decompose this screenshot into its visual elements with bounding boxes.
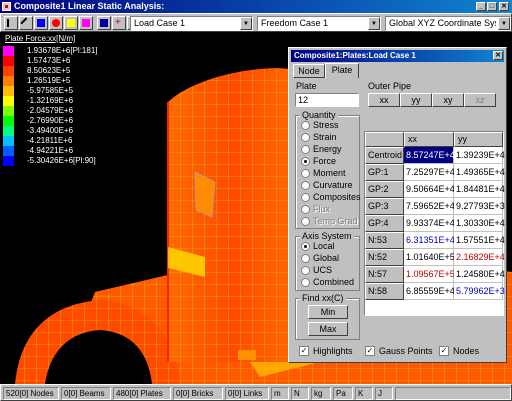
app-icon[interactable] xyxy=(2,2,11,11)
select-tool-button[interactable] xyxy=(4,16,18,30)
load-case-select[interactable]: Load Case 1 ▼ xyxy=(130,16,253,31)
table-cell[interactable]: 9.50664E+4 xyxy=(404,181,455,198)
table-cell[interactable]: 1.57551E+4 xyxy=(454,232,505,249)
status-plates: 480[0] Plates xyxy=(113,387,171,400)
status-nodes: 520[0] Nodes xyxy=(3,387,59,400)
table-cell[interactable]: 7.59652E+4 xyxy=(404,198,455,215)
table-cell[interactable]: 9.27793E+3 xyxy=(454,198,505,215)
plate-results-dialog: Composite1:Plates:Load Case 1 ✕ Node Pla… xyxy=(288,47,507,363)
status-length-unit: m xyxy=(271,387,289,400)
legend-swatch xyxy=(3,56,14,66)
column-header-xx[interactable]: xx xyxy=(404,132,454,147)
legend-swatch xyxy=(3,96,14,106)
status-mass-unit: kg xyxy=(311,387,331,400)
layer-xz-button[interactable]: xz xyxy=(464,93,496,107)
blue-square-icon[interactable] xyxy=(34,16,48,30)
table-cell[interactable]: 1.84481E+4 xyxy=(454,181,505,198)
find-min-button[interactable]: Min xyxy=(308,305,348,319)
chevron-down-icon[interactable]: ▼ xyxy=(498,17,510,30)
table-cell[interactable]: 5.79962E+3 xyxy=(454,283,505,300)
title-bar: Composite1 Linear Static Analysis: _ □ ✕ xyxy=(0,0,512,13)
layer-yy-button[interactable]: yy xyxy=(400,93,432,107)
status-links: 0[0] Links xyxy=(225,387,269,400)
row-header: N:57 xyxy=(365,266,404,283)
layer-xx-button[interactable]: xx xyxy=(368,93,400,107)
tab-plate[interactable]: Plate xyxy=(325,63,359,78)
table-cell[interactable]: 7.25297E+4 xyxy=(404,164,455,181)
table-cell[interactable]: 2.16829E+4 xyxy=(454,249,505,266)
status-force-unit: N xyxy=(291,387,309,400)
maximize-button[interactable]: □ xyxy=(487,2,497,11)
legend-swatch xyxy=(3,76,14,86)
legend-swatch xyxy=(3,86,14,96)
red-circle-icon[interactable] xyxy=(49,16,63,30)
tab-node[interactable]: Node xyxy=(293,64,325,78)
minimize-button[interactable]: _ xyxy=(476,2,486,11)
table-cell[interactable]: 6.85559E+4 xyxy=(404,283,455,300)
table-cell[interactable]: 9.93374E+4 xyxy=(404,215,455,232)
table-cell[interactable]: 1.39239E+4 xyxy=(454,147,505,164)
status-energy-unit: J xyxy=(375,387,393,400)
legend-swatch xyxy=(3,146,14,156)
column-header-yy[interactable]: yy xyxy=(454,132,503,147)
coordinate-system-select[interactable]: Global XYZ Coordinate System ▼ xyxy=(385,16,511,31)
axis-system-group: Axis System Local Global UCS Combined xyxy=(295,231,360,291)
legend-title: Plate Force:xx[N/m] xyxy=(5,34,76,43)
row-header: GP:3 xyxy=(365,198,404,215)
chevron-down-icon[interactable]: ▼ xyxy=(240,17,252,30)
status-pressure-unit: Pa xyxy=(333,387,353,400)
status-beams: 0[0] Beams xyxy=(61,387,111,400)
row-header: N:53 xyxy=(365,232,404,249)
row-header: GP:2 xyxy=(365,181,404,198)
status-bar: 520[0] Nodes 0[0] Beams 480[0] Plates 0[… xyxy=(0,384,512,401)
window-title: Composite1 Linear Static Analysis: xyxy=(14,1,165,11)
plus-icon[interactable]: + xyxy=(112,16,126,30)
find-group: Find xx(C) Min Max xyxy=(295,293,360,340)
layer-xy-button[interactable]: xy xyxy=(432,93,464,107)
dialog-title: Composite1:Plates:Load Case 1 xyxy=(294,51,416,60)
table-cell[interactable]: 8.57247E+4 xyxy=(404,147,455,164)
row-header: GP:4 xyxy=(365,215,404,232)
table-cell[interactable]: 1.30330E+4 xyxy=(454,215,505,232)
legend-swatch xyxy=(3,156,14,166)
row-header: GP:1 xyxy=(365,164,404,181)
table-cell[interactable]: 1.49365E+4 xyxy=(454,164,505,181)
arrow-tool-icon[interactable] xyxy=(97,16,111,30)
legend-swatch xyxy=(3,116,14,126)
row-header: N:58 xyxy=(365,283,404,300)
table-cell[interactable]: 1.01640E+5 xyxy=(404,249,455,266)
freedom-case-select[interactable]: Freedom Case 1 ▼ xyxy=(257,16,381,31)
legend-swatch xyxy=(3,126,14,136)
magenta-shape-icon[interactable] xyxy=(79,16,93,30)
chevron-down-icon[interactable]: ▼ xyxy=(368,17,380,30)
plate-number-input[interactable]: 12 xyxy=(295,93,359,107)
status-empty-panel xyxy=(395,387,511,400)
quantity-group: Quantity Stress Strain Energy Force Mome… xyxy=(295,110,361,229)
legend-swatch xyxy=(3,106,14,116)
table-cell[interactable]: 6.31351E+4 xyxy=(404,232,455,249)
plate-label: Plate xyxy=(296,81,317,91)
results-table: xx yy Centroid 8.57247E+4 1.39239E+4 GP:… xyxy=(364,131,505,316)
row-header: N:52 xyxy=(365,249,404,266)
status-bricks: 0[0] Bricks xyxy=(173,387,223,400)
find-max-button[interactable]: Max xyxy=(308,322,348,336)
status-temperature-unit: K xyxy=(355,387,373,400)
toolbar: + Load Case 1 ▼ Freedom Case 1 ▼ Global … xyxy=(0,13,512,32)
dialog-close-icon[interactable]: ✕ xyxy=(493,51,503,60)
legend-swatch xyxy=(3,66,14,76)
outer-pipe-label: Outer Pipe xyxy=(368,81,412,91)
row-header: Centroid xyxy=(365,147,404,164)
legend-swatch xyxy=(3,46,14,56)
line-tool-button[interactable] xyxy=(19,16,33,30)
table-cell[interactable]: 1.24580E+4 xyxy=(454,266,505,283)
legend-swatch xyxy=(3,136,14,146)
table-cell[interactable]: 1.09567E+5 xyxy=(404,266,455,283)
yellow-shape-icon[interactable] xyxy=(64,16,78,30)
table-corner-header xyxy=(365,132,404,147)
dialog-title-bar: Composite1:Plates:Load Case 1 ✕ xyxy=(291,50,504,62)
close-button[interactable]: ✕ xyxy=(499,2,509,11)
